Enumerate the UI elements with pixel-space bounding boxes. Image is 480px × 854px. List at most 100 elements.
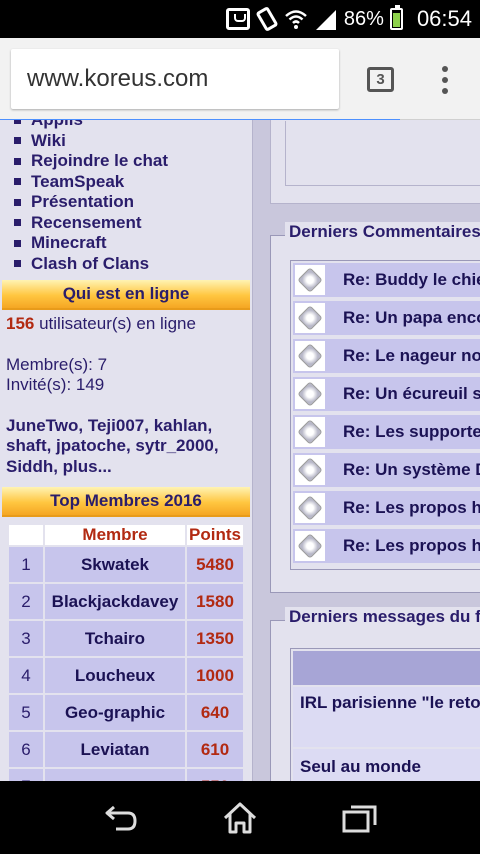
table-row: 7 patrou 550 — [9, 769, 243, 781]
points-header: Points — [187, 525, 243, 545]
battery-percent: 86% — [343, 7, 384, 30]
nav-link-recensement[interactable]: Recensement — [14, 213, 252, 234]
top-members-table: Membre Points 1 Skwatek 5480 2 Blackjack… — [7, 523, 245, 781]
points-cell: 1580 — [187, 584, 243, 619]
points-cell: 5480 — [187, 547, 243, 582]
rank-cell: 2 — [9, 584, 43, 619]
points-cell: 1000 — [187, 658, 243, 693]
online-members: Membre(s): 7 — [6, 354, 108, 374]
nav-link-applis[interactable]: Applis — [14, 120, 252, 131]
comments-list: Re: Buddy le chie Re: Un papa enco Re: L… — [293, 263, 480, 567]
recent-apps-icon[interactable] — [342, 803, 378, 833]
nav-link-presentation[interactable]: Présentation — [14, 192, 252, 213]
forum-block-title: Derniers messages du fo — [285, 607, 480, 627]
table-row: 2 Blackjackdavey 1580 — [9, 584, 243, 619]
forum-table-header — [293, 651, 480, 685]
online-block: 156 utilisateur(s) en ligne Membre(s): 7… — [0, 310, 252, 481]
nav-link-wiki[interactable]: Wiki — [14, 131, 252, 152]
comment-link[interactable]: Re: Un papa enco — [343, 308, 480, 328]
member-name-link[interactable]: Skwatek — [45, 547, 185, 582]
online-count-suffix: utilisateur(s) en ligne — [34, 314, 196, 333]
forum-topic-link[interactable]: IRL parisienne "le retou — [293, 687, 480, 747]
online-block-title: Qui est en ligne — [2, 280, 250, 310]
comment-item[interactable]: Re: Buddy le chie — [293, 263, 480, 297]
comment-icon — [293, 453, 327, 487]
shopping-bag-icon — [225, 8, 250, 30]
left-sidebar: Applis Wiki Rejoindre le chat TeamSpeak … — [0, 120, 253, 781]
online-users-list[interactable]: JuneTwo, Teji007, kahlan, shaft, jpatoch… — [6, 416, 246, 478]
member-name-link[interactable]: Leviatan — [45, 732, 185, 767]
comment-link[interactable]: Re: Buddy le chie — [343, 270, 480, 290]
member-name-link[interactable]: Tchairo — [45, 621, 185, 656]
comment-item[interactable]: Re: Un papa enco — [293, 301, 480, 335]
comment-link[interactable]: Re: Un écureuil s' — [343, 384, 480, 404]
points-cell: 550 — [187, 769, 243, 781]
comment-link[interactable]: Re: Le nageur nor — [343, 346, 480, 366]
rank-cell: 1 — [9, 547, 43, 582]
home-icon[interactable] — [222, 801, 258, 835]
nav-link-teamspeak[interactable]: TeamSpeak — [14, 172, 252, 193]
rank-cell: 5 — [9, 695, 43, 730]
rank-cell: 4 — [9, 658, 43, 693]
url-text: www.koreus.com — [27, 65, 209, 92]
comment-icon — [293, 529, 327, 563]
vibrate-icon — [255, 5, 279, 33]
url-bar[interactable]: www.koreus.com — [11, 49, 339, 109]
browser-toolbar: www.koreus.com 3 — [0, 38, 480, 122]
top-members-title: Top Membres 2016 — [2, 487, 250, 517]
points-cell: 610 — [187, 732, 243, 767]
comment-link[interactable]: Re: Les propos ha — [343, 536, 480, 556]
rank-cell: 3 — [9, 621, 43, 656]
table-row: 4 Loucheux 1000 — [9, 658, 243, 693]
comment-icon — [293, 377, 327, 411]
overflow-menu-icon[interactable] — [440, 66, 450, 94]
forum-topic-link[interactable]: Seul au monde — [293, 749, 480, 781]
table-row: 3 Tchairo 1350 — [9, 621, 243, 656]
comment-item[interactable]: Re: Les supporter — [293, 415, 480, 449]
comment-icon — [293, 339, 327, 373]
comment-item[interactable]: Re: Les propos ha — [293, 491, 480, 525]
comment-link[interactable]: Re: Les propos ha — [343, 498, 480, 518]
signal-icon — [315, 10, 336, 30]
status-bar: 86% 06:54 — [0, 0, 480, 38]
table-header-row: Membre Points — [9, 525, 243, 545]
tab-switcher-button[interactable]: 3 — [367, 67, 394, 92]
online-count: 156 — [6, 314, 35, 333]
member-header: Membre — [45, 525, 185, 545]
points-cell: 1350 — [187, 621, 243, 656]
site-nav-list: Applis Wiki Rejoindre le chat TeamSpeak … — [0, 120, 252, 274]
web-content[interactable]: Applis Wiki Rejoindre le chat TeamSpeak … — [0, 120, 480, 781]
top-content-inner — [285, 121, 480, 186]
table-row: 6 Leviatan 610 — [9, 732, 243, 767]
member-name-link[interactable]: Blackjackdavey — [45, 584, 185, 619]
system-nav-bar — [0, 781, 480, 854]
nav-link-chat[interactable]: Rejoindre le chat — [14, 151, 252, 172]
points-cell: 640 — [187, 695, 243, 730]
clock: 06:54 — [416, 6, 472, 31]
online-guests: Invité(s): 149 — [6, 375, 105, 394]
comments-block-title: Derniers Commentaires — [285, 222, 480, 242]
comment-link[interactable]: Re: Un système D — [343, 460, 480, 480]
table-row: 1 Skwatek 5480 — [9, 547, 243, 582]
tab-count: 3 — [376, 71, 385, 88]
table-row: 5 Geo-graphic 640 — [9, 695, 243, 730]
nav-link-minecraft[interactable]: Minecraft — [14, 233, 252, 254]
comment-link[interactable]: Re: Les supporter — [343, 422, 480, 442]
comment-item[interactable]: Re: Un écureuil s' — [293, 377, 480, 411]
battery-icon — [389, 5, 403, 30]
comment-item[interactable]: Re: Les propos ha — [293, 529, 480, 563]
rank-cell: 6 — [9, 732, 43, 767]
comment-item[interactable]: Re: Le nageur nor — [293, 339, 480, 373]
rank-header — [9, 525, 43, 545]
rank-cell: 7 — [9, 769, 43, 781]
online-count-line: 156 utilisateur(s) en ligne — [6, 314, 246, 335]
member-name-link[interactable]: Loucheux — [45, 658, 185, 693]
comment-icon — [293, 301, 327, 335]
comment-icon — [293, 491, 327, 525]
member-name-link[interactable]: patrou — [45, 769, 185, 781]
back-icon[interactable] — [104, 803, 138, 833]
nav-link-clash-of-clans[interactable]: Clash of Clans — [14, 254, 252, 275]
member-name-link[interactable]: Geo-graphic — [45, 695, 185, 730]
comment-item[interactable]: Re: Un système D — [293, 453, 480, 487]
comment-icon — [293, 415, 327, 449]
